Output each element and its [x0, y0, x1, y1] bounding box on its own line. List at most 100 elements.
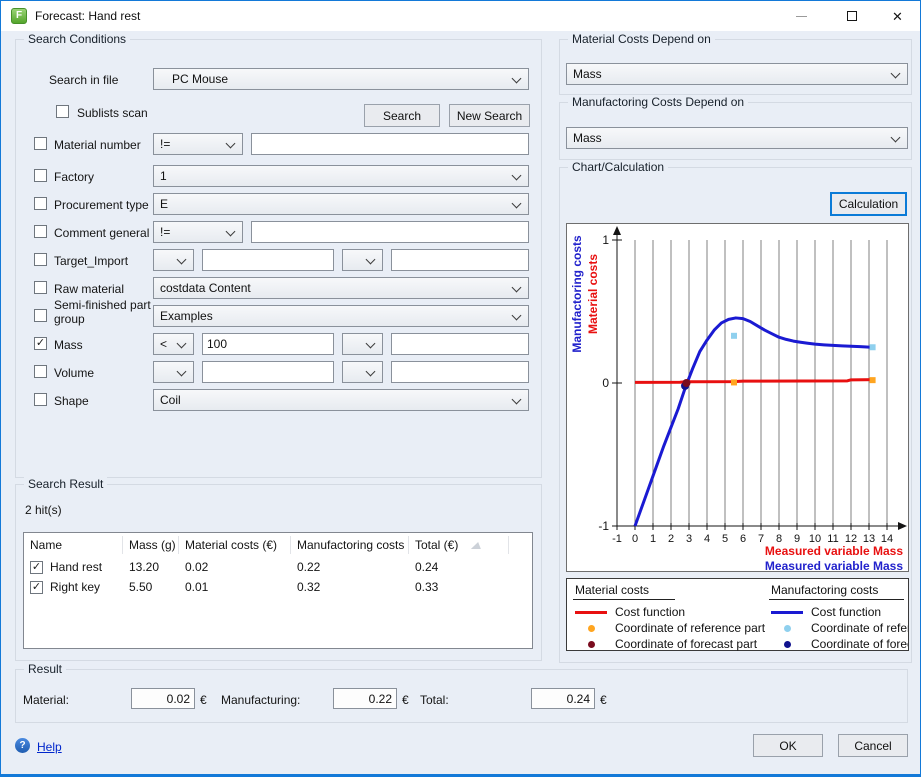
- search-in-file-combo[interactable]: PC Mouse: [153, 68, 529, 90]
- table-row[interactable]: ✓ Hand rest 13.20 0.02 0.22 0.24: [24, 557, 532, 577]
- mass-input1[interactable]: [202, 333, 334, 355]
- volume-op1-combo[interactable]: [153, 361, 194, 383]
- shape-checkbox[interactable]: [34, 393, 47, 406]
- marker-manufacturing-reference-part: [870, 344, 876, 350]
- sort-icon: [471, 542, 483, 549]
- calculation-button[interactable]: Calculation: [830, 192, 907, 216]
- column-header-name[interactable]: Name: [24, 536, 123, 554]
- y-axis-arrow: [613, 226, 621, 235]
- sublists-scan-checkbox[interactable]: [56, 105, 69, 118]
- forecast-dialog: F Forecast: Hand rest ✕ Search Condition…: [0, 0, 921, 777]
- factory-combo[interactable]: 1: [153, 165, 529, 187]
- chevron-down-icon: [177, 367, 187, 377]
- hits-count: 2 hit(s): [25, 503, 62, 517]
- result-name: Hand rest: [50, 560, 102, 574]
- result-manufacturing-value[interactable]: [333, 688, 397, 709]
- result-material-costs: 0.02: [179, 560, 291, 574]
- x-tick-label: 0: [632, 533, 638, 545]
- reference-part-dot-swatch: [784, 625, 791, 632]
- mass-label: Mass: [54, 338, 83, 352]
- comment-general-op-combo[interactable]: !=: [153, 221, 243, 243]
- euro-sign: €: [600, 693, 607, 707]
- marker-material-reference-part: [731, 379, 737, 385]
- factory-checkbox[interactable]: [34, 169, 47, 182]
- volume-input1[interactable]: [202, 361, 334, 383]
- column-header-total[interactable]: Total (€): [409, 536, 509, 554]
- forecast-part-dot-swatch: [784, 641, 791, 648]
- chevron-down-icon: [226, 227, 236, 237]
- cancel-button[interactable]: Cancel: [838, 734, 908, 757]
- result-label: Result: [24, 662, 66, 676]
- column-header-manufactoring-costs[interactable]: Manufactoring costs: [291, 536, 409, 554]
- semi-finished-part-group-combo[interactable]: Examples: [153, 305, 529, 327]
- material-number-op-combo[interactable]: !=: [153, 133, 243, 155]
- search-button[interactable]: Search: [364, 104, 440, 127]
- result-total: 0.24: [409, 560, 509, 574]
- legend-title: Material costs: [573, 583, 675, 600]
- raw-material-combo[interactable]: costdata Content: [153, 277, 529, 299]
- target-import-label: Target_Import: [54, 254, 128, 268]
- target-import-checkbox[interactable]: [34, 253, 47, 266]
- new-search-button[interactable]: New Search: [449, 104, 530, 127]
- mass-checkbox[interactable]: ✓: [34, 337, 47, 350]
- chevron-down-icon: [366, 255, 376, 265]
- target-import-input2[interactable]: [391, 249, 529, 271]
- row-checkbox[interactable]: ✓: [30, 561, 43, 574]
- result-material-costs: 0.01: [179, 580, 291, 594]
- shape-label: Shape: [54, 394, 89, 408]
- procurement-type-checkbox[interactable]: [34, 197, 47, 210]
- marker-manufacturing-reference-part: [731, 333, 737, 339]
- material-number-label: Material number: [54, 138, 141, 152]
- ok-button[interactable]: OK: [753, 734, 823, 757]
- result-mass: 5.50: [123, 580, 179, 594]
- mass-input2[interactable]: [391, 333, 529, 355]
- material-costs-depend-combo[interactable]: Mass: [566, 63, 908, 85]
- legend-title: Manufactoring costs: [769, 583, 904, 600]
- target-import-op2-combo[interactable]: [342, 249, 383, 271]
- semi-finished-part-group-checkbox[interactable]: [34, 309, 47, 322]
- chevron-down-icon: [226, 139, 236, 149]
- chevron-down-icon: [512, 395, 522, 405]
- raw-material-label: Raw material: [54, 282, 124, 296]
- material-number-checkbox[interactable]: [34, 137, 47, 150]
- chevron-down-icon: [512, 311, 522, 321]
- cost-function-line-swatch: [575, 611, 607, 614]
- manufactoring-costs-depend-combo[interactable]: Mass: [566, 127, 908, 149]
- maximize-button[interactable]: [829, 1, 874, 31]
- chevron-down-icon: [512, 199, 522, 209]
- row-checkbox[interactable]: ✓: [30, 581, 43, 594]
- search-result-label: Search Result: [24, 477, 107, 491]
- mass-op2-combo[interactable]: [342, 333, 383, 355]
- result-total-value[interactable]: [531, 688, 595, 709]
- comment-general-checkbox[interactable]: [34, 225, 47, 238]
- close-button[interactable]: ✕: [875, 1, 920, 31]
- table-row[interactable]: ✓ Right key 5.50 0.01 0.32 0.33: [24, 577, 532, 597]
- help-icon[interactable]: ?: [15, 738, 30, 753]
- legend-item: Coordinate of forecast part: [573, 636, 769, 652]
- volume-checkbox[interactable]: [34, 365, 47, 378]
- factory-label: Factory: [54, 170, 94, 184]
- procurement-type-combo[interactable]: E: [153, 193, 529, 215]
- volume-op2-combo[interactable]: [342, 361, 383, 383]
- mass-op1-combo[interactable]: <: [153, 333, 194, 355]
- y-axis-title: Manufactoring costs: [570, 235, 584, 353]
- material-costs-depend-label: Material Costs Depend on: [568, 32, 715, 46]
- cost-function-line-swatch: [771, 611, 803, 614]
- column-header-material-costs[interactable]: Material costs (€): [179, 536, 291, 554]
- target-import-op1-combo[interactable]: [153, 249, 194, 271]
- result-material-value[interactable]: [131, 688, 195, 709]
- comment-general-input[interactable]: [251, 221, 529, 243]
- reference-part-dot-swatch: [588, 625, 595, 632]
- column-header-mass[interactable]: Mass (g): [123, 536, 179, 554]
- y-tick-label: -1: [598, 519, 609, 533]
- volume-input2[interactable]: [391, 361, 529, 383]
- help-link[interactable]: Help: [37, 740, 62, 754]
- target-import-input1[interactable]: [202, 249, 334, 271]
- material-number-input[interactable]: [251, 133, 529, 155]
- shape-combo[interactable]: Coil: [153, 389, 529, 411]
- results-table: Name Mass (g) Material costs (€) Manufac…: [23, 532, 533, 649]
- raw-material-checkbox[interactable]: [34, 281, 47, 294]
- chevron-down-icon: [366, 339, 376, 349]
- minimize-button[interactable]: [779, 1, 824, 31]
- result-manufacturing-costs: 0.22: [291, 560, 409, 574]
